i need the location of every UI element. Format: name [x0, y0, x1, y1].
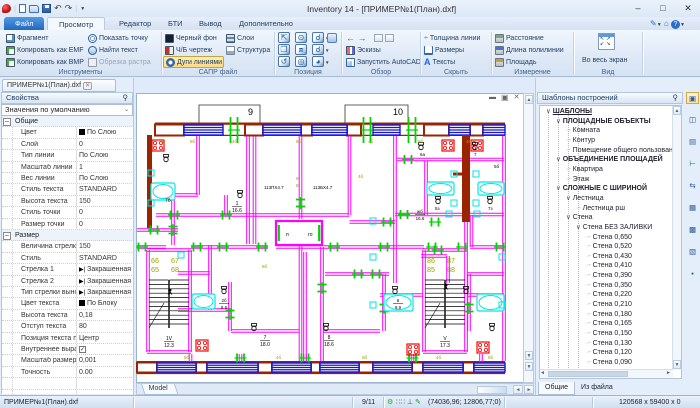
svg-text:9: 9 — [248, 107, 253, 117]
svg-text:7з: 7з — [488, 206, 493, 211]
svg-text:9.9: 9.9 — [395, 305, 402, 310]
svg-text:4б: 4б — [358, 174, 364, 179]
svg-text:9: 9 — [296, 176, 299, 181]
svg-text:8: 8 — [296, 183, 299, 188]
svg-text:68: 68 — [171, 265, 179, 274]
svg-text:113ПХ4.7: 113ПХ4.7 — [264, 185, 284, 190]
svg-text:4б: 4б — [276, 355, 282, 360]
svg-text:п: п — [286, 232, 289, 238]
svg-text:го: го — [308, 232, 313, 238]
svg-text:8б: 8б — [362, 355, 368, 360]
svg-text:8б: 8б — [190, 139, 196, 144]
svg-text:8б: 8б — [262, 264, 268, 269]
svg-text:4б: 4б — [368, 139, 374, 144]
svg-text:87: 87 — [447, 256, 455, 265]
svg-text:7: 7 — [264, 335, 267, 341]
svg-text:4б: 4б — [466, 139, 472, 144]
svg-text:88: 88 — [447, 265, 455, 274]
svg-text:5б: 5б — [494, 164, 500, 169]
svg-text:2б: 2б — [221, 298, 227, 303]
svg-text:7: 7 — [474, 152, 477, 157]
svg-text:16.6: 16.6 — [232, 208, 242, 214]
svg-text:1: 1 — [236, 201, 239, 207]
svg-text:V: V — [443, 336, 447, 342]
svg-text:85: 85 — [427, 265, 435, 274]
svg-text:7б: 7б — [165, 198, 171, 204]
svg-text:жб: жб — [417, 209, 423, 214]
svg-text:86: 86 — [427, 256, 435, 265]
svg-text:8: 8 — [328, 335, 331, 341]
svg-text:4б: 4б — [160, 139, 166, 144]
svg-text:66: 66 — [151, 256, 159, 265]
svg-text:8.6: 8.6 — [221, 305, 228, 310]
svg-text:10: 10 — [393, 107, 403, 117]
svg-text:8б: 8б — [418, 139, 424, 144]
svg-text:18.0: 18.0 — [260, 342, 270, 348]
svg-text:1V: 1V — [166, 336, 173, 342]
svg-text:17.3: 17.3 — [440, 343, 450, 349]
svg-text:5з: 5з — [435, 206, 440, 211]
svg-text:8б: 8б — [488, 355, 494, 360]
svg-text:18.6: 18.6 — [324, 342, 334, 348]
svg-text:6а: 6а — [420, 152, 426, 157]
svg-text:16.6: 16.6 — [416, 216, 425, 221]
svg-text:12.3: 12.3 — [164, 343, 174, 349]
svg-text:8б: 8б — [184, 355, 190, 360]
svg-text:65: 65 — [151, 265, 159, 274]
svg-text:113БХ4.7: 113БХ4.7 — [313, 185, 333, 190]
svg-text:4б: 4б — [232, 139, 238, 144]
svg-text:4б: 4б — [436, 355, 442, 360]
svg-text:8б: 8б — [296, 139, 302, 144]
